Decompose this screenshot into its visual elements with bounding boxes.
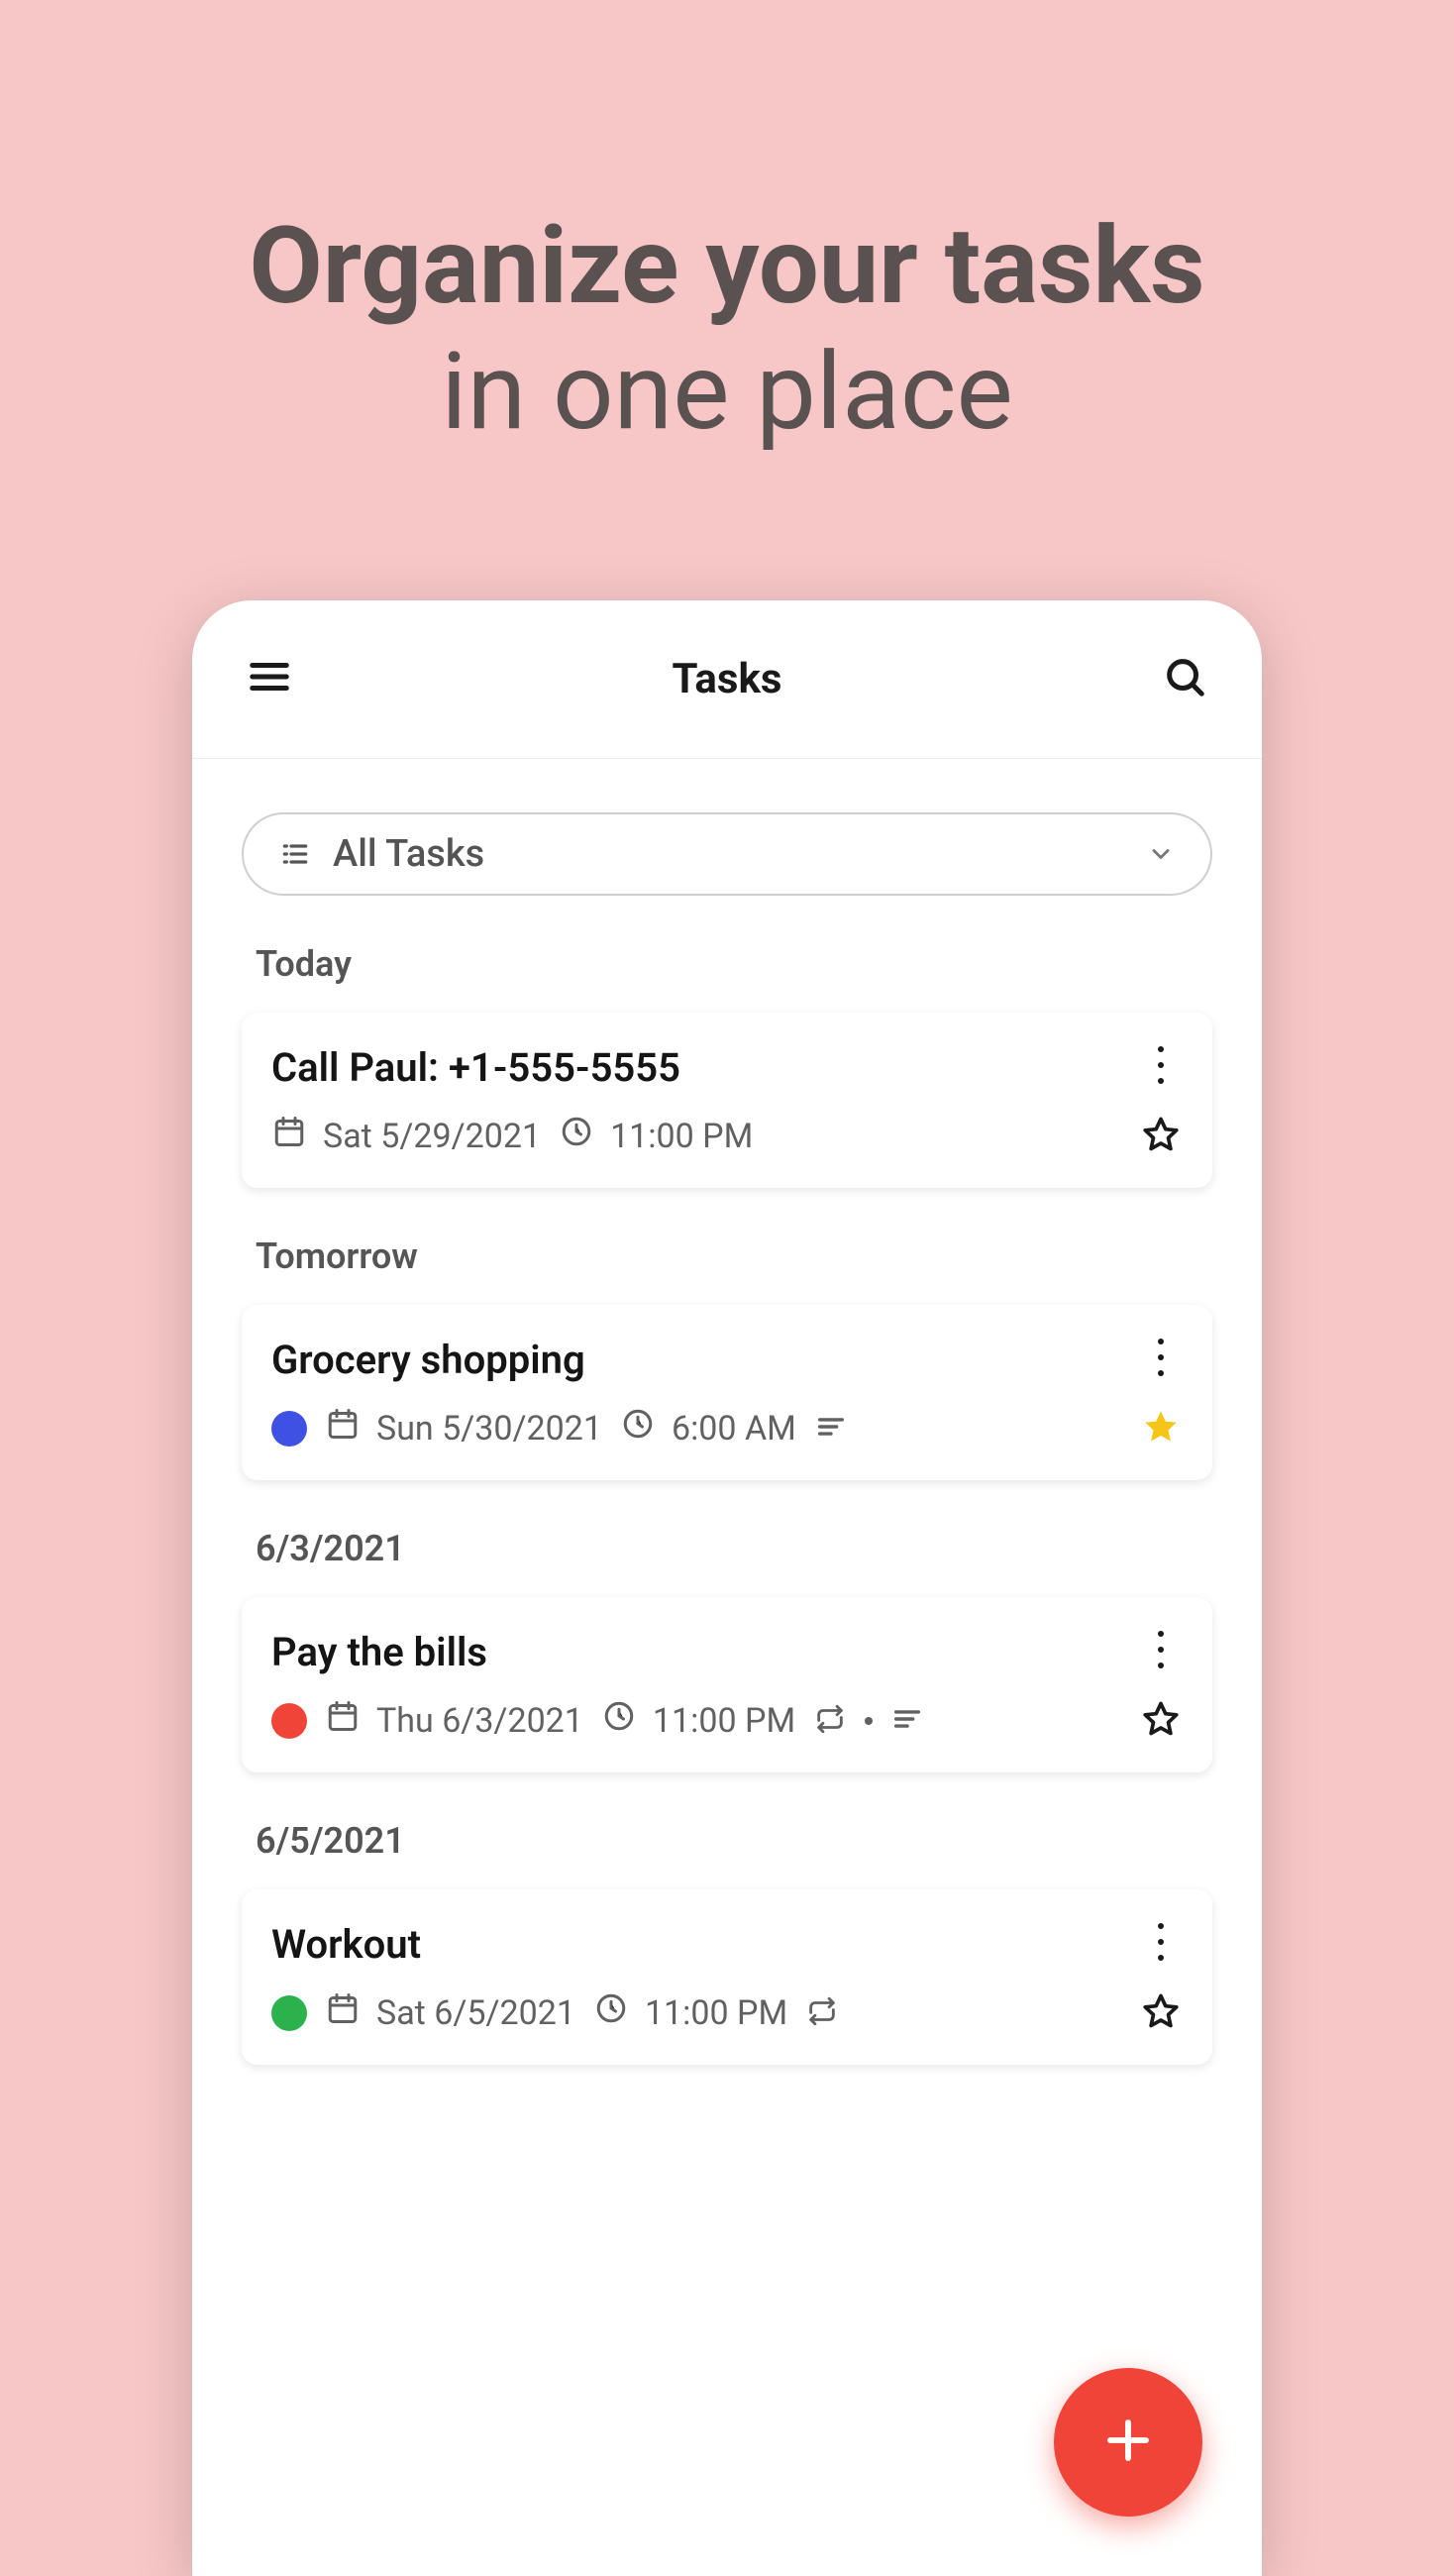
task-date-text: Sat 6/5/2021 [376,1993,575,2033]
task-card[interactable]: Call Paul: +1-555-5555 Sat 5/29/2021 11:00… [242,1013,1212,1188]
star-outline-icon [1139,1697,1183,1745]
section-header: 6/3/2021 [256,1528,1212,1569]
task-menu-button[interactable] [1139,1338,1183,1381]
star-toggle[interactable] [1139,1697,1183,1745]
menu-icon [247,654,292,703]
star-filled-icon [1139,1405,1183,1452]
task-date: Sat 5/29/2021 [271,1114,541,1158]
chevron-down-icon [1147,840,1175,868]
task-title: Call Paul: +1-555-5555 [271,1044,1139,1091]
task-menu-button[interactable] [1139,1630,1183,1673]
task-time: 6:00 AM [620,1406,796,1450]
task-date: Sat 6/5/2021 [325,1990,575,2035]
app-bar: Tasks [192,600,1262,759]
task-time-text: 11:00 PM [610,1117,753,1156]
star-outline-icon [1139,1989,1183,2037]
kebab-icon [1156,1045,1166,1089]
task-date: Sun 5/30/2021 [325,1406,602,1450]
category-dot [271,1995,307,2031]
section-header: Today [256,943,1212,985]
kebab-icon [1156,1922,1166,1966]
category-dot [271,1703,307,1739]
filter-label: All Tasks [333,832,1147,876]
task-card[interactable]: Workout Sat 6/5/2021 11:00 PM [242,1889,1212,2065]
promo-heading: Organize your tasks in one place [249,208,1204,452]
plus-icon [1101,2414,1155,2471]
notes-icon [814,1410,848,1448]
task-time: 11:00 PM [601,1698,795,1743]
calendar-icon [271,1114,307,1158]
app-title: Tasks [317,655,1137,703]
clock-icon [601,1698,637,1743]
star-toggle[interactable] [1139,1989,1183,2037]
calendar-icon [325,1698,361,1743]
task-time-text: 6:00 AM [672,1409,796,1449]
section-header: 6/5/2021 [256,1820,1212,1862]
kebab-icon [1156,1630,1166,1673]
list-icon [279,838,311,870]
clock-icon [620,1406,656,1450]
promo-line2: in one place [249,334,1204,452]
phone-frame: Tasks All Tasks Today Call Paul: +1-555-5… [192,600,1262,2576]
notes-icon [890,1702,924,1740]
task-title: Pay the bills [271,1629,1139,1675]
task-time: 11:00 PM [559,1114,753,1158]
star-toggle[interactable] [1139,1405,1183,1452]
task-date-text: Thu 6/3/2021 [376,1701,583,1741]
task-card[interactable]: Pay the bills Thu 6/3/2021 11:00 PM [242,1597,1212,1772]
task-time-text: 11:00 PM [653,1701,795,1741]
clock-icon [559,1114,594,1158]
section-header: Tomorrow [256,1235,1212,1277]
add-task-fab[interactable] [1054,2368,1202,2517]
content-area: All Tasks Today Call Paul: +1-555-5555 Sat… [192,759,1262,2576]
task-date-text: Sun 5/30/2021 [376,1409,602,1449]
kebab-icon [1156,1338,1166,1381]
task-time: 11:00 PM [593,1990,787,2035]
star-toggle[interactable] [1139,1113,1183,1160]
calendar-icon [325,1990,361,2035]
task-card[interactable]: Grocery shopping Sun 5/30/2021 6:00 AM [242,1305,1212,1480]
task-title: Workout [271,1921,1139,1968]
search-icon [1162,654,1207,703]
promo-line1: Organize your tasks [249,208,1204,326]
task-menu-button[interactable] [1139,1045,1183,1089]
menu-button[interactable] [242,651,297,706]
task-title: Grocery shopping [271,1337,1139,1383]
separator-dot [865,1717,873,1725]
task-time-text: 11:00 PM [645,1993,787,2033]
task-menu-button[interactable] [1139,1922,1183,1966]
search-button[interactable] [1157,651,1212,706]
filter-dropdown[interactable]: All Tasks [242,812,1212,896]
calendar-icon [325,1406,361,1450]
repeat-icon [805,1994,839,2032]
repeat-icon [813,1702,847,1740]
star-outline-icon [1139,1113,1183,1160]
task-date-text: Sat 5/29/2021 [323,1117,541,1156]
task-date: Thu 6/3/2021 [325,1698,583,1743]
category-dot [271,1411,307,1447]
clock-icon [593,1990,629,2035]
